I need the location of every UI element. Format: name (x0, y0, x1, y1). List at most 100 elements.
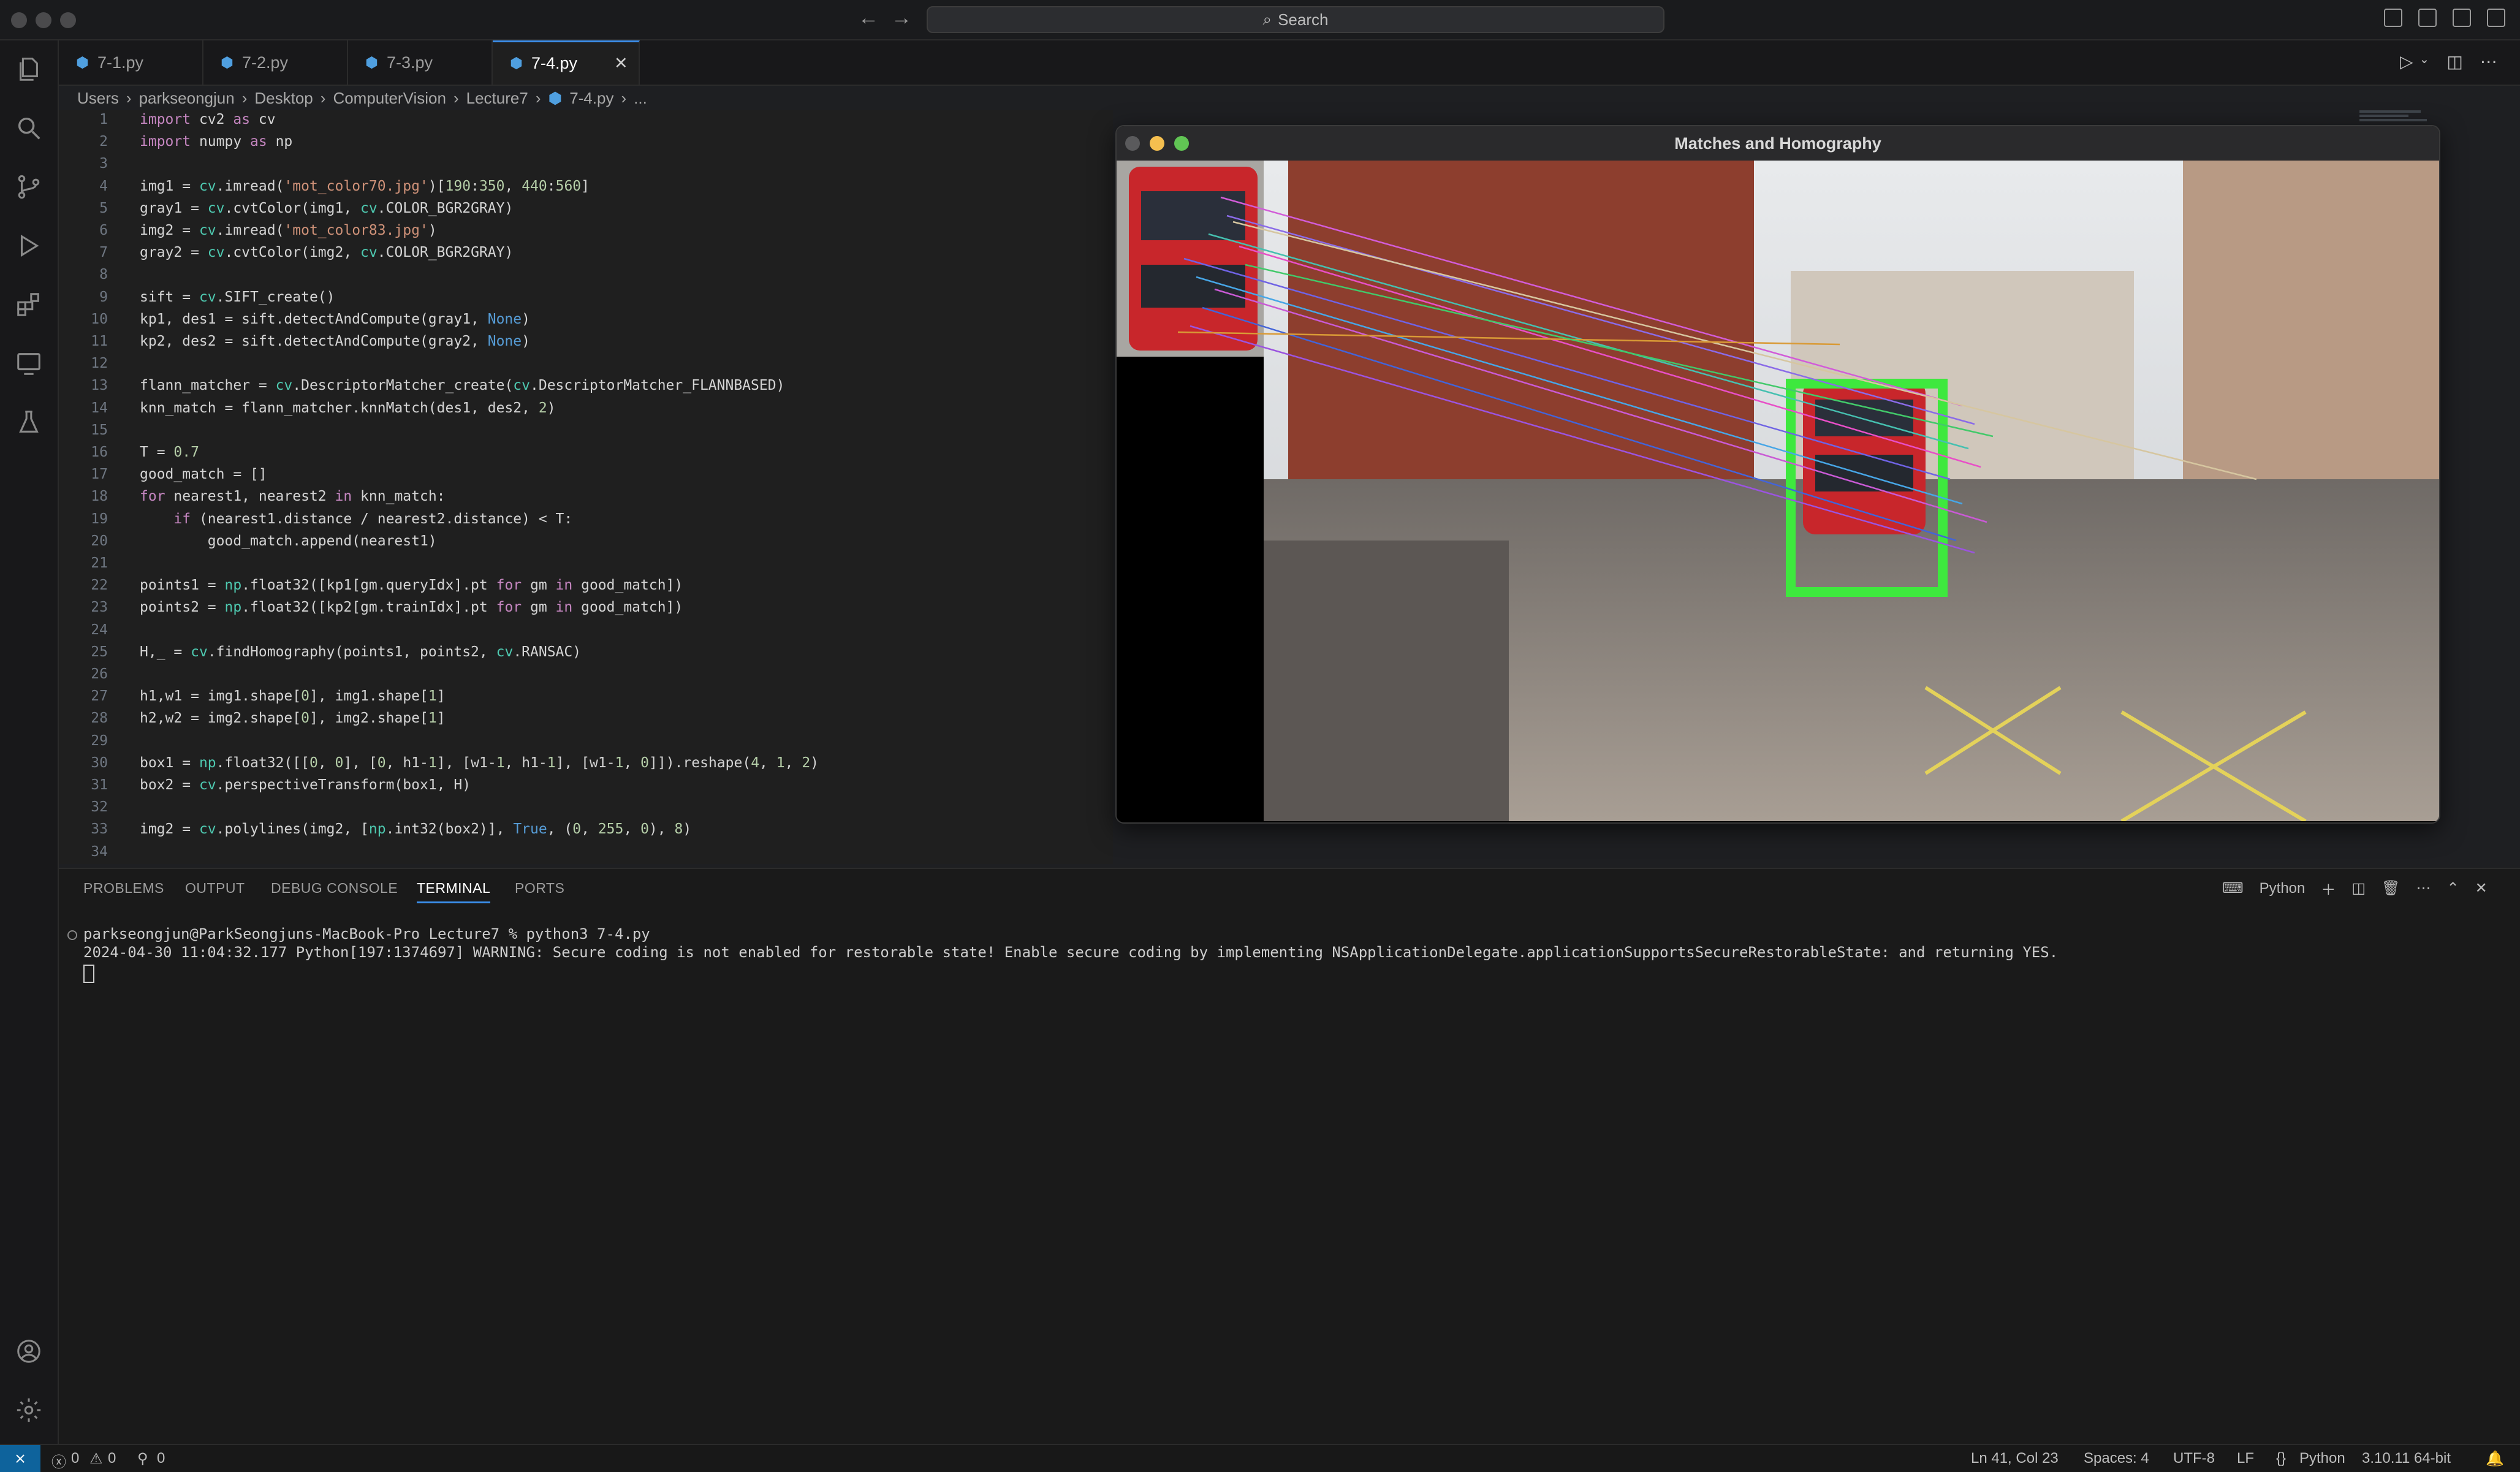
code-line[interactable]: img2 = cv.polylines(img2, [np.int32(box2… (140, 821, 691, 837)
terminal-line: parkseongjun@ParkSeongjuns-MacBook-Pro L… (83, 925, 650, 943)
breadcrumb-item[interactable]: ... (634, 89, 647, 108)
testing-flask-icon[interactable] (13, 407, 44, 438)
code-line[interactable]: kp1, des1 = sift.detectAndCompute(gray1,… (140, 311, 530, 327)
tab-terminal[interactable]: TERMINAL (417, 880, 491, 903)
close-tab-icon[interactable]: ✕ (614, 54, 628, 73)
code-line[interactable]: points2 = np.float32([kp2[gm.trainIdx].p… (140, 599, 683, 615)
terminal-shell-label[interactable]: Python (2260, 880, 2306, 897)
code-line[interactable]: import cv2 as cv (140, 112, 276, 127)
close-window-button[interactable] (11, 12, 27, 28)
tab-problems[interactable]: PROBLEMS (83, 880, 164, 897)
status-bar: ⨯ ⓧ 0 ⚠ 0 ⚲ 0 Ln 41, Col 23 Spaces: 4 UT… (0, 1444, 2520, 1472)
zoom-window-button[interactable] (60, 12, 76, 28)
code-line[interactable]: gray1 = cv.cvtColor(img1, cv.COLOR_BGR2G… (140, 200, 513, 216)
code-line[interactable]: for nearest1, nearest2 in knn_match: (140, 488, 446, 504)
minimap[interactable] (2359, 110, 2433, 129)
code-line[interactable]: h1,w1 = img1.shape[0], img1.shape[1] (140, 688, 446, 704)
error-count[interactable]: 0 (71, 1450, 79, 1467)
code-line[interactable]: flann_matcher = cv.DescriptorMatcher_cre… (140, 377, 784, 393)
command-center-search[interactable]: ⌕ Search (927, 6, 1664, 33)
code-line[interactable]: h2,w2 = img2.shape[0], img2.shape[1] (140, 710, 446, 726)
close-panel-icon[interactable]: ✕ (2475, 879, 2488, 897)
toggle-primary-sidebar-icon[interactable] (2384, 9, 2402, 27)
breadcrumb-item[interactable]: Lecture7 (466, 89, 528, 108)
breadcrumb-item[interactable]: 7-4.py (569, 89, 613, 108)
tab-output[interactable]: OUTPUT (185, 880, 245, 897)
notifications-bell-icon[interactable]: 🔔 (2486, 1450, 2504, 1468)
forward-arrow-icon[interactable]: → (891, 6, 912, 30)
more-actions-icon[interactable]: ⋯ (2480, 51, 2497, 72)
breadcrumb-item[interactable]: Users (77, 89, 119, 108)
python-file-icon: ⬢ (221, 54, 233, 71)
code-line[interactable]: if (nearest1.distance / nearest2.distanc… (140, 511, 572, 527)
tab-7-3[interactable]: ⬢ 7-3.py (348, 40, 493, 85)
settings-gear-icon[interactable] (13, 1395, 44, 1425)
split-editor-icon[interactable]: ◫ (2446, 51, 2462, 72)
source-control-icon[interactable] (13, 172, 44, 202)
breadcrumb-item[interactable]: Desktop (254, 89, 313, 108)
warning-icon[interactable]: ⚠ (89, 1450, 103, 1468)
remote-explorer-icon[interactable] (13, 348, 44, 379)
tab-7-1[interactable]: ⬢ 7-1.py (59, 40, 203, 85)
minimize-window-button[interactable] (1150, 136, 1164, 151)
back-arrow-icon[interactable]: ← (858, 6, 879, 30)
python-interpreter[interactable]: 3.10.11 64-bit (2362, 1450, 2451, 1467)
code-line[interactable]: good_match.append(nearest1) (140, 533, 437, 549)
code-line[interactable]: import numpy as np (140, 134, 292, 150)
code-line[interactable]: T = 0.7 (140, 444, 199, 460)
run-debug-icon[interactable] (13, 230, 44, 261)
tab-ports[interactable]: PORTS (515, 880, 564, 897)
split-terminal-icon[interactable]: ◫ (2351, 879, 2366, 897)
code-line[interactable]: box2 = cv.perspectiveTransform(box1, H) (140, 777, 471, 793)
line-ending[interactable]: LF (2237, 1450, 2254, 1467)
minimize-window-button[interactable] (36, 12, 51, 28)
chevron-right-icon: › (621, 88, 627, 107)
new-terminal-icon[interactable]: ＋ (2321, 878, 2336, 899)
code-line[interactable]: H,_ = cv.findHomography(points1, points2… (140, 644, 581, 660)
line-number: 9 (99, 289, 108, 305)
breadcrumb: Users › parkseongjun › Desktop › ComputerVi… (77, 86, 647, 110)
run-dropdown-icon[interactable]: ⌄ (2419, 51, 2430, 72)
tab-7-2[interactable]: ⬢ 7-2.py (203, 40, 348, 85)
code-line[interactable]: good_match = [] (140, 466, 267, 482)
extensions-icon[interactable] (13, 289, 44, 320)
code-line[interactable]: points1 = np.float32([kp1[gm.queryIdx].p… (140, 577, 683, 593)
line-number: 24 (91, 621, 108, 638)
tab-debug-console[interactable]: DEBUG CONSOLE (271, 880, 398, 897)
code-line[interactable]: img1 = cv.imread('mot_color70.jpg')[190:… (140, 178, 590, 194)
terminal-cursor[interactable] (83, 965, 94, 983)
code-line[interactable]: sift = cv.SIFT_create() (140, 289, 335, 305)
run-file-icon[interactable]: ▷ (2400, 51, 2413, 72)
ports-count[interactable]: 0 (157, 1450, 165, 1467)
cursor-position[interactable]: Ln 41, Col 23 (1971, 1450, 2059, 1467)
close-window-button[interactable] (1125, 136, 1140, 151)
remote-indicator-icon[interactable]: ⨯ (0, 1445, 40, 1472)
account-icon[interactable] (13, 1336, 44, 1367)
breadcrumb-item[interactable]: ComputerVision (333, 89, 446, 108)
code-line[interactable]: box1 = np.float32([[0, 0], [0, h1-1], [w… (140, 755, 819, 771)
indentation[interactable]: Spaces: 4 (2084, 1450, 2149, 1467)
ports-icon[interactable]: ⚲ (137, 1450, 148, 1468)
matches-homography-window[interactable]: Matches and Homography (1115, 125, 2440, 824)
breadcrumb-item[interactable]: parkseongjun (139, 89, 235, 108)
search-icon[interactable] (13, 113, 44, 143)
tab-7-4[interactable]: ⬢ 7-4.py ✕ (493, 40, 640, 85)
code-line[interactable]: gray2 = cv.cvtColor(img2, cv.COLOR_BGR2G… (140, 245, 513, 260)
toggle-panel-icon[interactable] (2418, 9, 2437, 27)
encoding[interactable]: UTF-8 (2173, 1450, 2215, 1467)
zoom-window-button[interactable] (1174, 136, 1189, 151)
maximize-panel-icon[interactable]: ⌃ (2447, 879, 2459, 897)
warning-count[interactable]: 0 (108, 1450, 116, 1467)
code-line[interactable]: img2 = cv.imread('mot_color83.jpg') (140, 222, 437, 238)
customize-layout-icon[interactable] (2487, 9, 2505, 27)
errors-icon[interactable]: ⓧ (51, 1450, 66, 1471)
code-line[interactable]: kp2, des2 = sift.detectAndCompute(gray2,… (140, 333, 530, 349)
code-line[interactable]: knn_match = flann_matcher.knnMatch(des1,… (140, 400, 556, 416)
code-editor[interactable]: 1 import cv2 as cv 2 import numpy as np 3 4 im… (59, 110, 1113, 864)
line-number: 16 (91, 444, 108, 460)
kill-terminal-trash-icon[interactable]: 🗑 (2381, 879, 2400, 897)
language-mode[interactable]: Python (2299, 1450, 2345, 1467)
toggle-secondary-sidebar-icon[interactable] (2453, 9, 2471, 27)
explorer-icon[interactable] (13, 54, 44, 85)
more-actions-icon[interactable]: ⋯ (2416, 879, 2431, 897)
